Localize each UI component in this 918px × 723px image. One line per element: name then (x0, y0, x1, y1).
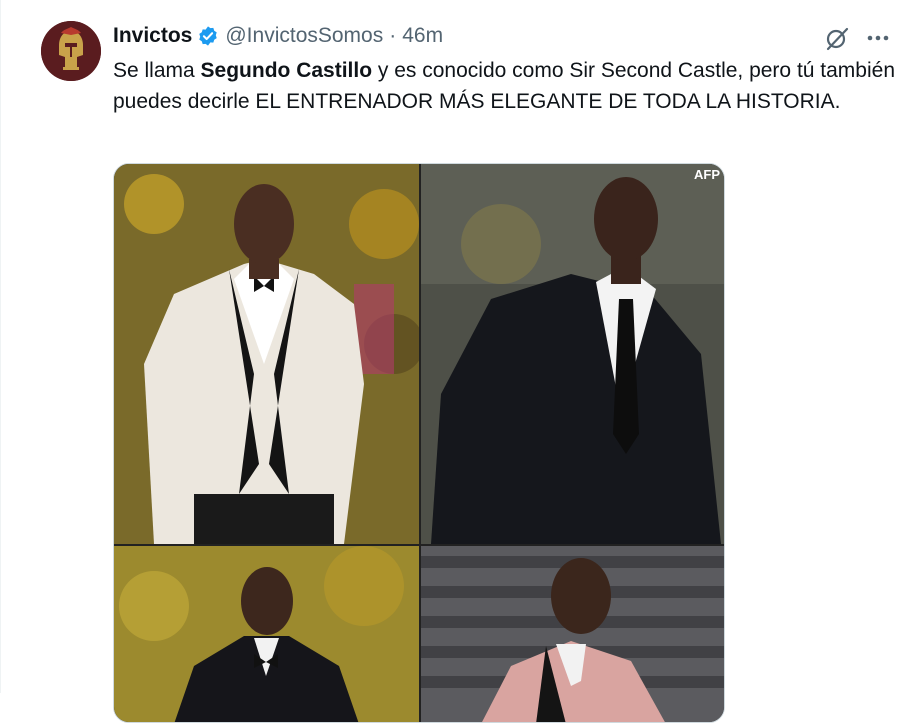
more-options-icon[interactable] (864, 24, 892, 52)
tweet-text-intro: Se llama (113, 59, 201, 82)
verified-badge-icon (197, 25, 219, 47)
tweet-text-bold: Segundo Castillo (200, 59, 373, 82)
photo-credit: AFP (694, 167, 720, 182)
author-name[interactable]: Invictos (113, 24, 192, 48)
photo-2[interactable]: AFP (421, 164, 724, 544)
author-handle[interactable]: @InvictosSomos (225, 24, 383, 48)
grok-icon[interactable] (823, 24, 851, 52)
avatar[interactable] (41, 21, 101, 81)
photo-3[interactable] (114, 546, 419, 722)
media-grid: AFP (113, 163, 725, 723)
tweet-timestamp[interactable]: 46m (402, 24, 443, 48)
separator-dot: · (389, 24, 397, 47)
photo-4[interactable] (421, 546, 724, 722)
tweet-text: Se llama Segundo Castillo y es conocido … (113, 56, 903, 117)
tweet-header: Invictos @InvictosSomos · 46m (113, 22, 443, 50)
helmet-logo-icon (41, 21, 101, 81)
photo-1[interactable] (114, 164, 419, 544)
tweet-card[interactable]: Invictos @InvictosSomos · 46m Se llama S… (0, 0, 918, 723)
